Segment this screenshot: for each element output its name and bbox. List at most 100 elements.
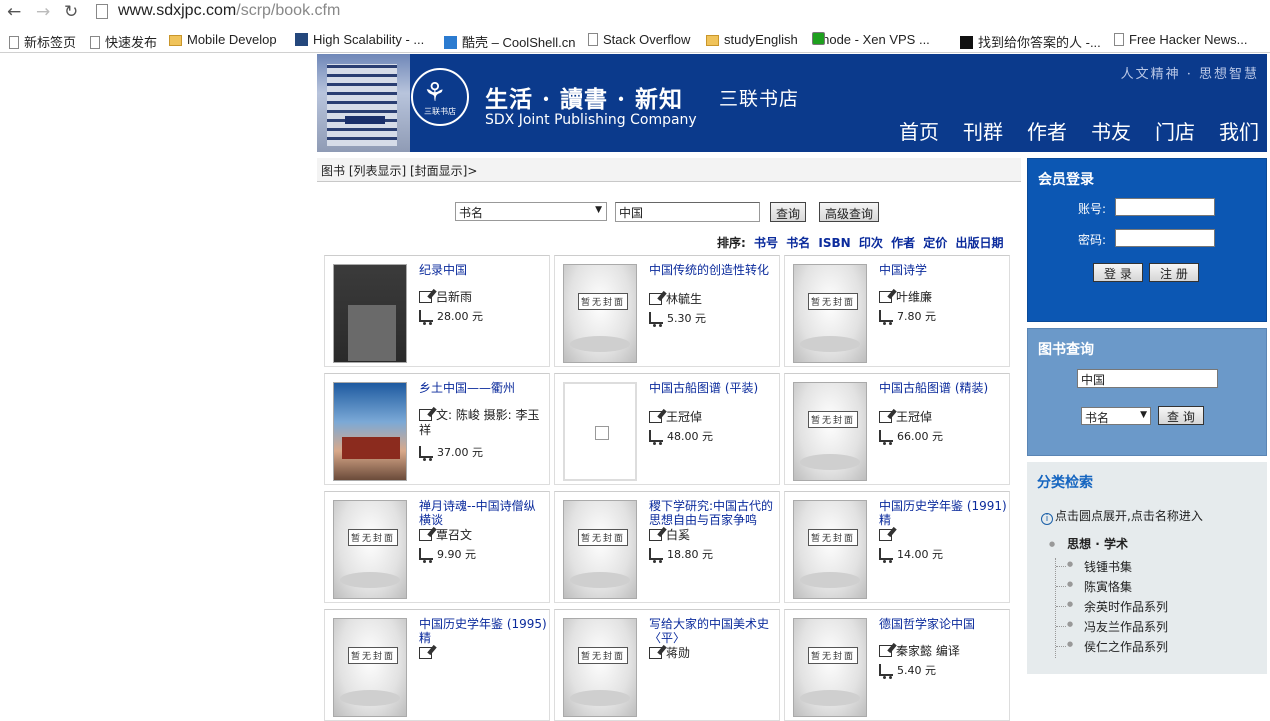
bookmark-item[interactable]: Free Hacker News... [1114,32,1247,49]
back-icon[interactable]: ← [7,2,21,22]
sort-option[interactable]: 书号 [754,236,778,250]
cart-icon[interactable] [649,312,663,327]
book-cover[interactable]: 暂无封面 [793,618,867,717]
book-card[interactable]: 暂无封面 中国历史学年鉴 (1991) 精 14.00 元 [784,491,1010,603]
book-card[interactable]: 暂无封面 稷下学研究:中国古代的思想自由与百家争鸣 白奚 18.80 元 [554,491,780,603]
nav-readers[interactable]: 书友 [1091,116,1131,145]
bookmark-item[interactable]: Mobile Develop [169,32,277,49]
cart-icon[interactable] [419,446,433,461]
bookmark-item[interactable]: 新标签页 [9,32,76,50]
category-item[interactable]: ● 钱锺书集 [1056,558,1168,578]
bookmark-item[interactable]: High Scalability - ... [295,32,424,49]
book-title[interactable]: 中国诗学 [879,263,1007,277]
reload-icon[interactable]: ↻ [64,2,78,22]
nav-home[interactable]: 首页 [899,116,939,145]
book-cover[interactable] [563,382,637,481]
book-card[interactable]: 暂无封面 德国哲学家论中国 秦家懿 编译 5.40 元 [784,609,1010,721]
book-card[interactable]: 暂无封面 中国历史学年鉴 (1995) 精 [324,609,550,721]
bullet-icon[interactable]: ● [1067,640,1073,648]
book-cover[interactable]: 暂无封面 [333,500,407,599]
book-card[interactable]: 暂无封面 中国古船图谱 (精装) 王冠倬 66.00 元 [784,373,1010,485]
bookmark-item[interactable]: studyEnglish [706,32,798,49]
sdx-logo[interactable]: ⚘ 三联书店 [411,68,469,126]
category-item-label[interactable]: 冯友兰作品系列 [1084,620,1168,634]
book-cover[interactable]: 暂无封面 [793,500,867,599]
category-item-label[interactable]: 余英时作品系列 [1084,600,1168,614]
cart-icon[interactable] [649,430,663,445]
book-card[interactable]: 暂无封面 中国诗学 叶维廉 7.80 元 [784,255,1010,367]
nav-stores[interactable]: 门店 [1155,116,1195,145]
book-title[interactable]: 中国历史学年鉴 (1995) 精 [419,617,547,645]
book-title[interactable]: 中国传统的创造性转化 [649,263,777,277]
book-card[interactable]: 暂无封面 写给大家的中国美术史 〈平〉 蒋勋 [554,609,780,721]
side-search-button[interactable]: 查 询 [1158,406,1204,425]
book-card[interactable]: 暂无封面 禅月诗魂--中国诗僧纵横谈 覃召文 9.90 元 [324,491,550,603]
cart-icon[interactable] [419,548,433,563]
category-item-label[interactable]: 侯仁之作品系列 [1084,640,1168,654]
book-title[interactable]: 稷下学研究:中国古代的思想自由与百家争鸣 [649,499,777,527]
book-cover[interactable] [333,382,407,481]
bullet-icon[interactable]: ● [1067,560,1073,568]
sort-option[interactable]: 出版日期 [956,236,1004,250]
sort-option[interactable]: 印次 [859,236,883,250]
book-cover[interactable]: 暂无封面 [793,264,867,363]
bookmark-item[interactable]: 找到给你答案的人 -... [960,32,1101,50]
book-cover[interactable] [333,264,407,363]
category-item-label[interactable]: 陈寅恪集 [1084,580,1132,594]
sort-option[interactable]: 书名 [786,236,810,250]
bookmark-item[interactable]: 快速发布 [90,32,157,50]
advanced-query-button[interactable]: 高级查询 [819,202,880,222]
book-title[interactable]: 中国古船图谱 (平装) [649,381,777,395]
category-root[interactable]: 思想 · 学术 [1049,535,1128,552]
book-title[interactable]: 写给大家的中国美术史 〈平〉 [649,617,777,645]
cart-icon[interactable] [879,664,893,679]
book-title[interactable]: 中国古船图谱 (精装) [879,381,1007,395]
nav-about[interactable]: 我们 [1219,116,1259,145]
book-cover[interactable]: 暂无封面 [563,500,637,599]
cart-icon[interactable] [419,310,433,325]
nav-authors[interactable]: 作者 [1027,116,1067,145]
bullet-icon[interactable]: ● [1067,600,1073,608]
book-card[interactable]: 乡土中国——衢州 文: 陈峻 摄影: 李玉祥 37.00 元 [324,373,550,485]
side-search-input[interactable]: 中国 [1077,369,1218,388]
category-item[interactable]: ● 冯友兰作品系列 [1056,618,1168,638]
nav-journals[interactable]: 刊群 [963,116,1003,145]
book-card[interactable]: 纪录中国 吕新雨 28.00 元 [324,255,550,367]
category-item-label[interactable]: 钱锺书集 [1084,560,1132,574]
query-button[interactable]: 查询 [770,202,807,222]
search-field-select[interactable]: 书名 ▼ [455,202,607,221]
cart-icon[interactable] [879,430,893,445]
category-item[interactable]: ● 侯仁之作品系列 [1056,638,1168,658]
password-input[interactable] [1115,229,1215,247]
breadcrumb[interactable]: 图书 [列表显示] [封面显示]> [317,158,1021,182]
book-cover[interactable]: 暂无封面 [563,618,637,717]
login-button[interactable]: 登 录 [1093,263,1143,282]
search-input[interactable]: 中国 [615,202,760,222]
bookmark-item[interactable]: Stack Overflow [588,32,690,49]
book-cover[interactable]: 暂无封面 [333,618,407,717]
bookmark-item[interactable]: 酷壳 – CoolShell.cn [444,32,575,50]
book-title[interactable]: 纪录中国 [419,263,547,277]
sort-option[interactable]: ISBN [818,236,850,250]
book-title[interactable]: 乡土中国——衢州 [419,381,547,395]
book-cover[interactable]: 暂无封面 [563,264,637,363]
cart-icon[interactable] [879,548,893,563]
forward-icon[interactable]: → [36,2,50,22]
address-bar[interactable]: www.sdxjpc.com/scrp/book.cfm [118,2,340,20]
book-card[interactable]: 暂无封面 中国传统的创造性转化 林毓生 5.30 元 [554,255,780,367]
book-title[interactable]: 中国历史学年鉴 (1991) 精 [879,499,1007,527]
book-card[interactable]: 中国古船图谱 (平装) 王冠倬 48.00 元 [554,373,780,485]
category-item[interactable]: ● 陈寅恪集 [1056,578,1168,598]
cart-icon[interactable] [879,310,893,325]
sort-option[interactable]: 定价 [923,236,947,250]
bullet-icon[interactable]: ● [1067,620,1073,628]
cart-icon[interactable] [649,548,663,563]
bookmark-item[interactable]: Linode - Xen VPS ... [812,32,930,49]
book-title[interactable]: 禅月诗魂--中国诗僧纵横谈 [419,499,547,527]
bullet-icon[interactable]: ● [1067,580,1073,588]
book-title[interactable]: 德国哲学家论中国 [879,617,1007,631]
category-item[interactable]: ● 余英时作品系列 [1056,598,1168,618]
sort-option[interactable]: 作者 [891,236,915,250]
account-input[interactable] [1115,198,1215,216]
register-button[interactable]: 注 册 [1149,263,1199,282]
